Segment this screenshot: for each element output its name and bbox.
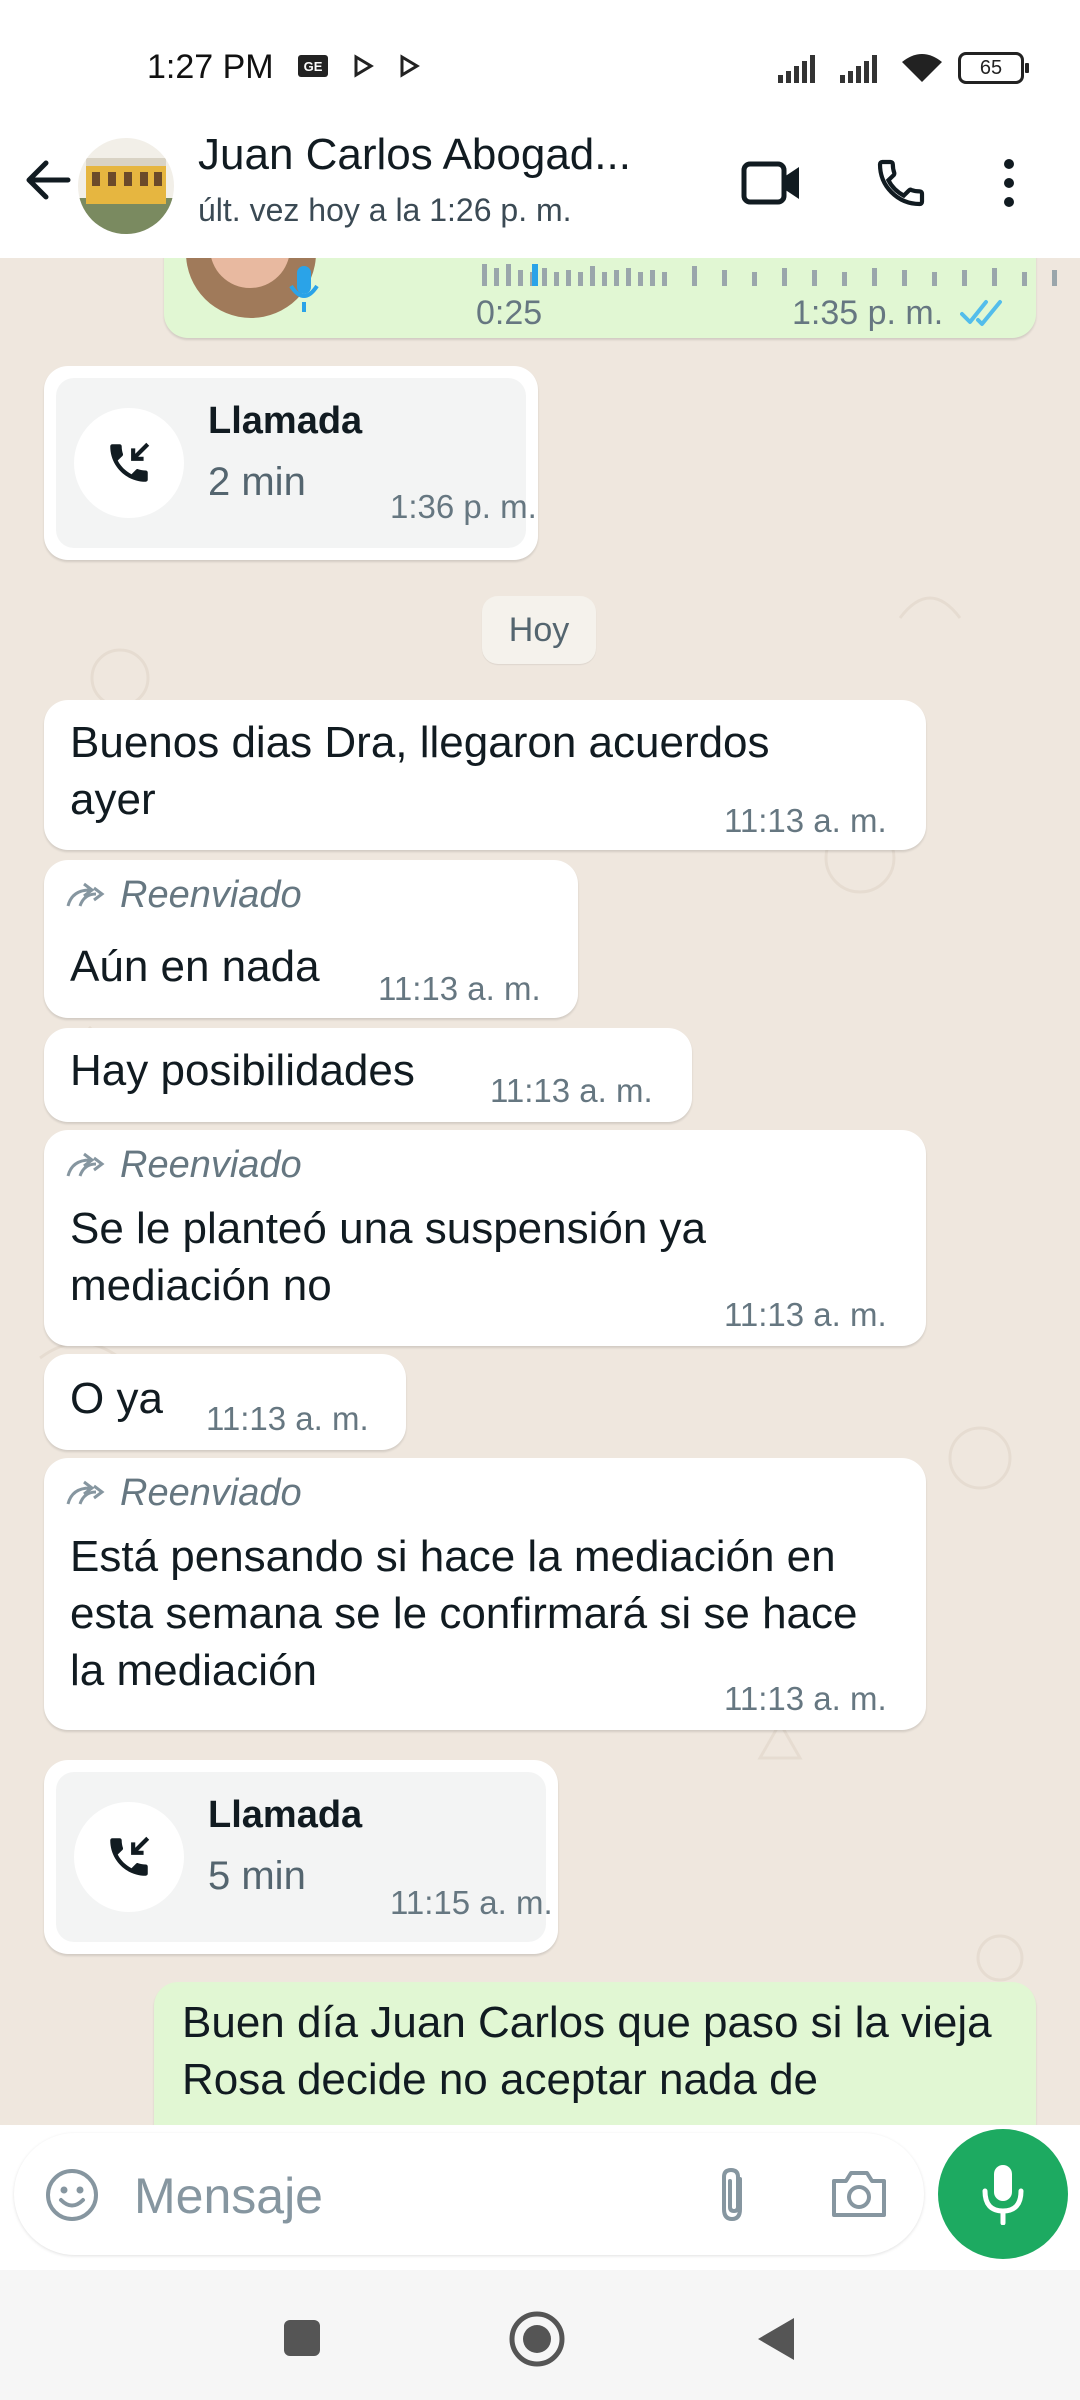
video-call-button[interactable]: [737, 148, 807, 218]
camera-icon[interactable]: [830, 2167, 888, 2219]
back-arrow-icon: [26, 160, 71, 200]
contact-photo: [78, 138, 174, 234]
message-input[interactable]: Mensaje: [14, 2133, 924, 2255]
signal-icon: [778, 55, 815, 83]
incoming-message-bubble[interactable]: Reenviado Se le planteó una suspensión y…: [44, 1130, 926, 1346]
video-call-icon: [741, 161, 799, 205]
mic-icon: [982, 2165, 1024, 2225]
outgoing-message-bubble[interactable]: Buen día Juan Carlos que paso si la viej…: [154, 1982, 1036, 2125]
status-time: 1:27 PM: [147, 48, 274, 86]
attach-icon[interactable]: [712, 2165, 752, 2225]
message-time: 11:13 a. m.: [490, 1072, 653, 1109]
audio-message-bubble[interactable]: 0:25 1:35 p. m.: [164, 258, 1057, 338]
audio-duration: 0:25: [476, 294, 543, 332]
incoming-call-icon: [110, 1836, 150, 1876]
message-placeholder: Mensaje: [134, 2168, 323, 2224]
incoming-message-bubble[interactable]: Reenviado Aún en nada 11:13 a. m.: [44, 860, 578, 1018]
message-text: Buen día Juan Carlos que paso si la viej…: [182, 1998, 992, 2104]
call-card[interactable]: Llamada 5 min 11:15 a. m.: [56, 1772, 553, 1942]
double-check-read-icon: [960, 300, 1002, 326]
mic-badge-icon: [289, 266, 319, 312]
message-time: 11:13 a. m.: [724, 802, 887, 839]
more-options-button[interactable]: [984, 148, 1034, 218]
message-time: 11:13 a. m.: [206, 1400, 369, 1437]
forwarded-label: Reenviado: [66, 1472, 302, 1515]
forwarded-text: Reenviado: [120, 1144, 302, 1186]
audio-waveform[interactable]: [482, 264, 1080, 286]
home-icon[interactable]: [508, 2310, 566, 2368]
message-time: 11:13 a. m.: [378, 970, 541, 1007]
avatar[interactable]: [78, 138, 174, 234]
message-time: 1:36 p. m.: [390, 488, 537, 525]
notification-icons: GE: [297, 54, 421, 78]
system-nav-bar: [0, 2270, 1080, 2400]
chat-area[interactable]: 0:25 1:35 p. m. Llamada 2 min 1:36 p. m.…: [0, 258, 1080, 2125]
play-icon: [400, 54, 420, 78]
message-text: Está pensando si hace la mediación en es…: [70, 1532, 858, 1695]
incoming-message-bubble[interactable]: Buenos dias Dra, llegaron acuerdos ayer …: [44, 700, 926, 850]
forwarded-text: Reenviado: [120, 1472, 302, 1514]
call-duration: 5 min: [208, 1854, 306, 1898]
incoming-call-icon: [110, 442, 150, 482]
forward-arrow-icon: [66, 1480, 105, 1505]
back-button[interactable]: [18, 150, 78, 210]
svg-text:GE: GE: [304, 59, 323, 74]
forward-arrow-icon: [66, 882, 105, 907]
phone-icon: [877, 159, 925, 207]
composer: Mensaje: [0, 2125, 1080, 2270]
incoming-message-bubble[interactable]: Reenviado Está pensando si hace la media…: [44, 1458, 926, 1730]
recents-icon[interactable]: [280, 2316, 324, 2360]
system-status-icons: 65: [776, 52, 1029, 84]
contact-name[interactable]: Juan Carlos Abogad...: [198, 130, 631, 180]
message-text: Hay posibilidades: [70, 1046, 415, 1095]
emoji-icon[interactable]: [44, 2167, 100, 2223]
voice-record-button[interactable]: [938, 2129, 1068, 2259]
voice-call-button[interactable]: [866, 148, 936, 218]
chat-header: Juan Carlos Abogad... últ. vez hoy a la …: [0, 120, 1080, 258]
status-bar: 1:27 PM GE 65: [0, 0, 1080, 138]
gmail-icon: GE: [298, 55, 328, 77]
back-icon[interactable]: [752, 2314, 798, 2364]
message-text: Se le planteó una suspensión ya mediació…: [70, 1204, 707, 1310]
call-message-bubble[interactable]: Llamada 2 min 1:36 p. m.: [44, 366, 538, 560]
message-time: 11:13 a. m.: [724, 1296, 887, 1333]
more-vert-icon: [1004, 159, 1014, 207]
message-time: 1:35 p. m.: [792, 294, 944, 332]
call-duration: 2 min: [208, 460, 306, 504]
call-card[interactable]: Llamada 2 min 1:36 p. m.: [56, 378, 537, 548]
wifi-icon: [902, 54, 942, 82]
forward-arrow-icon: [66, 1152, 105, 1177]
call-message-bubble[interactable]: Llamada 5 min 11:15 a. m.: [44, 1760, 558, 1954]
date-separator: Hoy: [482, 596, 596, 664]
message-text: Aún en nada: [70, 942, 320, 991]
call-title: Llamada: [208, 400, 363, 442]
forwarded-label: Reenviado: [66, 1144, 302, 1187]
last-seen: últ. vez hoy a la 1:26 p. m.: [198, 192, 572, 228]
message-time: 11:13 a. m.: [724, 1680, 887, 1717]
incoming-message-bubble[interactable]: O ya 11:13 a. m.: [44, 1354, 406, 1450]
forwarded-text: Reenviado: [120, 874, 302, 916]
call-title: Llamada: [208, 1794, 363, 1836]
forwarded-label: Reenviado: [66, 874, 302, 917]
incoming-message-bubble[interactable]: Hay posibilidades 11:13 a. m.: [44, 1028, 692, 1122]
play-icon: [354, 54, 374, 78]
signal-icon: [840, 55, 877, 83]
message-time: 11:15 a. m.: [390, 1884, 553, 1921]
message-text: O ya: [70, 1374, 163, 1423]
call-icon-circle: [74, 1802, 184, 1912]
call-icon-circle: [74, 408, 184, 518]
battery-icon: 65: [958, 52, 1029, 84]
